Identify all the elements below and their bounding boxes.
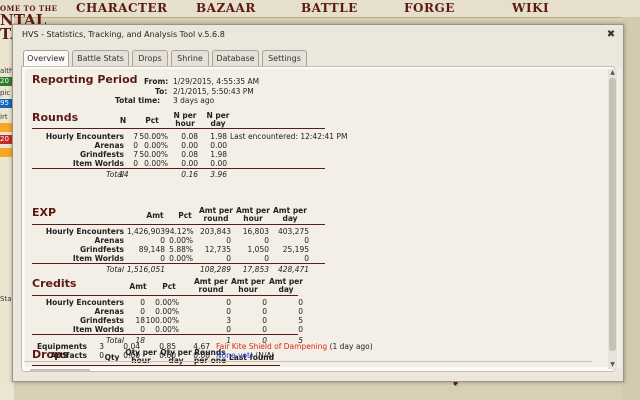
vertical-scrollbar[interactable]: ▲ ▼ bbox=[608, 69, 617, 369]
drops-header-per-one: Rounds per one bbox=[194, 348, 226, 365]
exp-header-pct: Pct bbox=[178, 211, 192, 220]
total-time-value: 3 days ago bbox=[173, 96, 215, 105]
scroll-down-icon[interactable]: ▼ bbox=[608, 361, 617, 369]
from-value: 1/29/2015, 4:55:35 AM bbox=[173, 77, 260, 86]
spirit-label: irt bbox=[0, 113, 8, 121]
rounds-total-rule bbox=[32, 168, 325, 169]
dialog-titlebar[interactable]: HVS - Statistics, Tracking, and Analysis… bbox=[13, 25, 623, 47]
exp-total-rule bbox=[32, 263, 325, 264]
credits-title: Credits bbox=[32, 277, 77, 290]
spirit-bar bbox=[0, 123, 12, 132]
exp-header-per-day: Amt per day bbox=[273, 206, 307, 223]
exp-header-rule bbox=[32, 224, 325, 225]
exp-header-per-hour: Amt per hour bbox=[236, 206, 270, 223]
scrollbar-thumb[interactable] bbox=[609, 78, 616, 351]
credits-header-per-hour: Amt per hour bbox=[231, 277, 265, 294]
from-label: From: bbox=[144, 77, 169, 86]
reporting-period-title: Reporting Period bbox=[32, 73, 138, 86]
overview-panel: Reporting Period From: 1/29/2015, 4:55:3… bbox=[25, 69, 621, 367]
game-right-panel bbox=[622, 17, 640, 400]
horizontal-scroll-stub[interactable] bbox=[30, 369, 90, 372]
tab-drops[interactable]: Drops bbox=[132, 50, 168, 66]
drops-title: Drops bbox=[32, 348, 69, 361]
nav-bazaar[interactable]: BAZAAR bbox=[196, 0, 256, 17]
status-bar bbox=[0, 148, 12, 157]
tab-shrine[interactable]: Shrine bbox=[171, 50, 209, 66]
panel-bottom-divider bbox=[24, 361, 592, 362]
credits-header-per-day: Amt per day bbox=[269, 277, 303, 294]
hvstat-dialog: HVS - Statistics, Tracking, and Analysis… bbox=[12, 24, 624, 382]
tab-database[interactable]: Database bbox=[212, 50, 259, 66]
credits-header-amt: Amt bbox=[129, 282, 147, 291]
tab-battle-stats[interactable]: Battle Stats bbox=[72, 50, 129, 66]
credits-header-rule bbox=[32, 295, 298, 296]
drops-header-per-day: Qty per day bbox=[160, 348, 192, 365]
rounds-title: Rounds bbox=[32, 111, 79, 124]
tab-settings[interactable]: Settings bbox=[262, 50, 307, 66]
scroll-up-icon[interactable]: ▲ bbox=[608, 69, 617, 77]
drops-header-rule bbox=[32, 365, 280, 366]
credits-total-rule bbox=[32, 334, 298, 335]
credits-header-per-round: Amt per round bbox=[194, 277, 228, 294]
game-top-nav: CHARACTER BAZAAR BATTLE FORGE WIKI OME T… bbox=[0, 0, 640, 18]
tab-overview[interactable]: Overview bbox=[23, 50, 69, 67]
drops-header-per-hour: Qty per hour bbox=[125, 348, 157, 365]
magic-label: pic bbox=[0, 89, 11, 97]
exp-title: EXP bbox=[32, 206, 57, 219]
nav-forge[interactable]: FORGE bbox=[404, 0, 455, 17]
rounds-header-n: N bbox=[119, 116, 127, 125]
rounds-header-pct: Pct bbox=[145, 116, 159, 125]
to-label: To: bbox=[155, 87, 168, 96]
rounds-header-per-hour: N per hour bbox=[173, 111, 197, 128]
exp-header-amt: Amt bbox=[146, 211, 164, 220]
close-icon[interactable]: ✖ bbox=[605, 29, 617, 41]
to-value: 2/1/2015, 5:50:43 PM bbox=[173, 87, 254, 96]
exp-header-per-round: Amt per round bbox=[199, 206, 233, 223]
dialog-title: HVS - Statistics, Tracking, and Analysis… bbox=[22, 30, 225, 39]
nav-character[interactable]: CHARACTER bbox=[76, 0, 168, 17]
total-time-label: Total time: bbox=[115, 96, 161, 105]
credits-header-pct: Pct bbox=[162, 282, 176, 291]
rounds-header-rule bbox=[32, 128, 325, 129]
nav-wiki[interactable]: WIKI bbox=[512, 0, 549, 17]
nav-battle[interactable]: BATTLE bbox=[301, 0, 358, 17]
rounds-header-per-day: N per day bbox=[206, 111, 230, 128]
